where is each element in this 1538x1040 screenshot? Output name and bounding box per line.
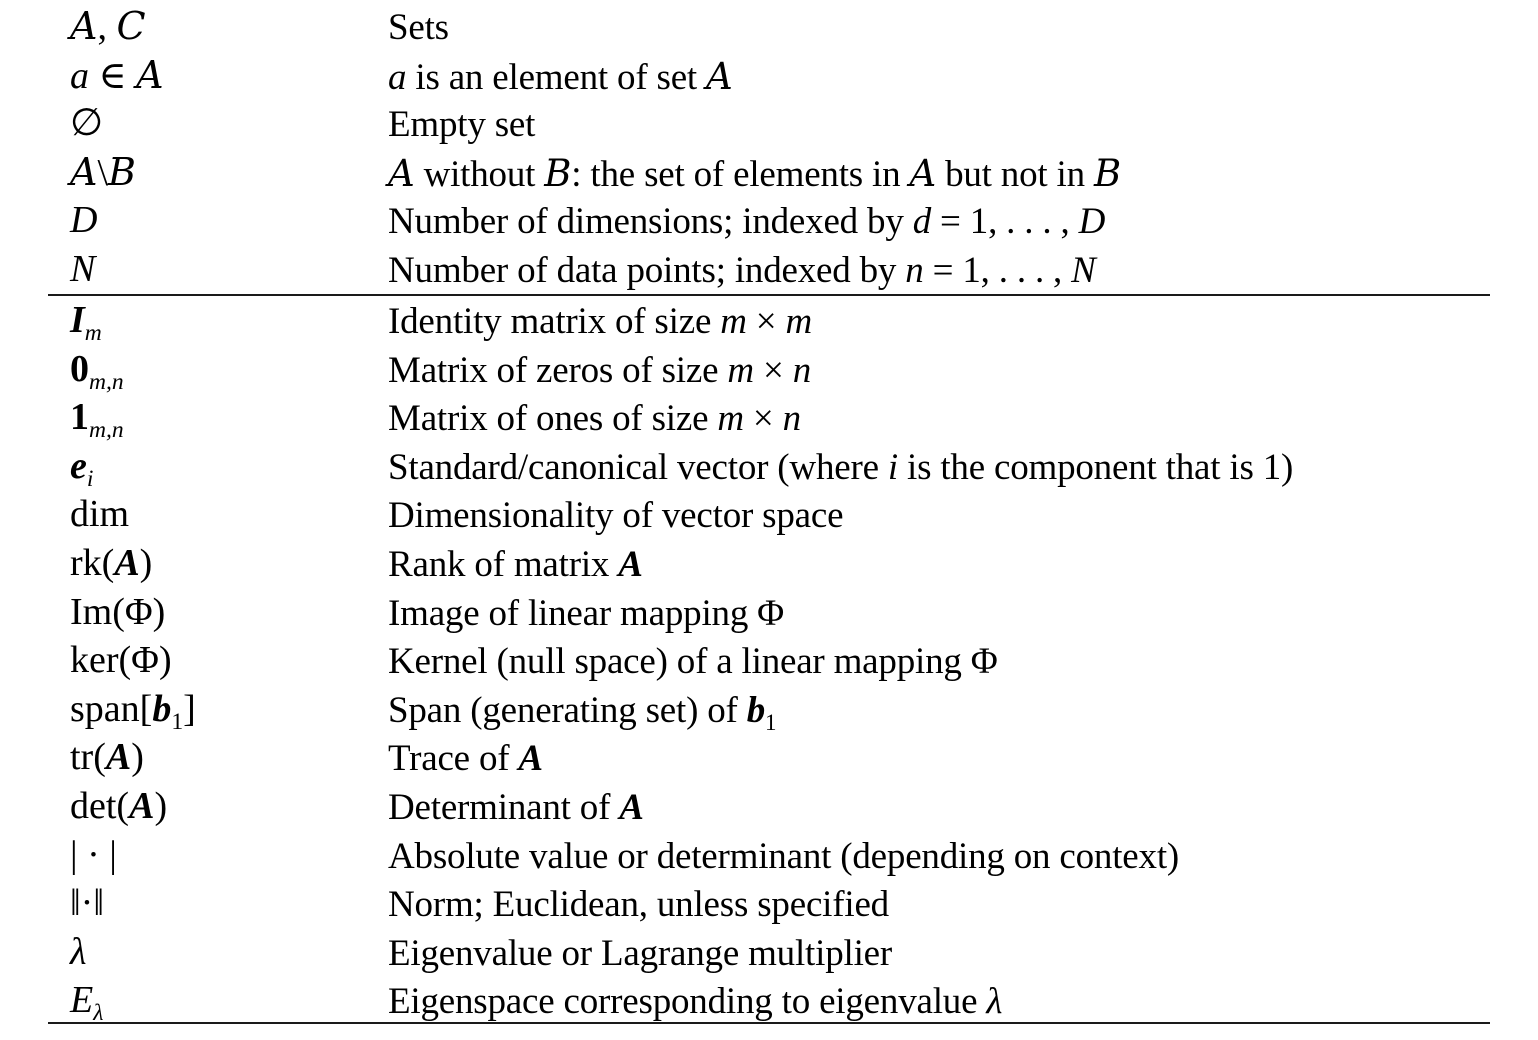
notation-symbol: A\B bbox=[70, 149, 136, 194]
notation-symbol: rk(A) bbox=[70, 541, 153, 584]
notation-description: Kernel (null space) of a linear mapping … bbox=[388, 641, 998, 683]
notation-description: A without B: the set of elements in A bu… bbox=[388, 151, 1121, 195]
notation-description: Number of data points; indexed by n = 1,… bbox=[388, 249, 1096, 291]
notation-description: Image of linear mapping Φ bbox=[388, 592, 785, 634]
notation-symbol: ei bbox=[70, 444, 94, 493]
notation-description: Eigenspace corresponding to eigenvalue λ bbox=[388, 981, 1003, 1023]
notation-description: Rank of matrix A bbox=[388, 543, 643, 585]
notation-description: Matrix of ones of size m × n bbox=[388, 398, 801, 440]
table-bottom-rule bbox=[48, 1022, 1490, 1024]
notation-description: Empty set bbox=[388, 104, 536, 146]
notation-symbol: det(A) bbox=[70, 784, 168, 827]
notation-symbol: | · | bbox=[70, 833, 117, 876]
notation-description: Identity matrix of size m × m bbox=[388, 301, 813, 342]
notation-symbol: λ bbox=[70, 930, 87, 973]
notation-description: a is an element of set A bbox=[388, 54, 733, 98]
notation-symbol: 1m,n bbox=[70, 396, 124, 444]
notation-symbol: tr(A) bbox=[70, 736, 144, 779]
notation-description: Dimensionality of vector space bbox=[388, 495, 844, 537]
notation-symbol: Im bbox=[70, 299, 102, 347]
notation-description: Eigenvalue or Lagrange multiplier bbox=[388, 932, 893, 974]
notation-description: Number of dimensions; indexed by d = 1, … bbox=[388, 201, 1106, 243]
notation-symbol: 0m,n bbox=[70, 347, 124, 395]
notation-symbol: a ∈ A bbox=[70, 52, 164, 97]
notation-symbol: span[b1] bbox=[70, 687, 196, 735]
notation-symbol: ∅ bbox=[70, 102, 104, 145]
notation-description: Norm; Euclidean, unless specified bbox=[388, 884, 889, 926]
notation-description: Absolute value or determinant (depending… bbox=[388, 835, 1180, 877]
notation-symbol: dim bbox=[70, 493, 130, 536]
notation-description: Standard/canonical vector (where i is th… bbox=[388, 446, 1294, 488]
notation-symbol: A, C bbox=[70, 4, 146, 48]
notation-symbol: D bbox=[70, 199, 98, 242]
notation-description: Sets bbox=[388, 7, 449, 48]
section-divider-rule bbox=[48, 294, 1490, 296]
notation-symbol: ‖·‖ bbox=[70, 882, 104, 925]
notation-description: Matrix of zeros of size m × n bbox=[388, 349, 812, 391]
notation-description: Span (generating set) of b1 bbox=[388, 689, 777, 735]
notation-symbol: Im(Φ) bbox=[70, 590, 166, 633]
notation-description: Trace of A bbox=[388, 738, 543, 780]
notation-description: Determinant of A bbox=[388, 786, 644, 828]
notation-symbol: Eλ bbox=[70, 979, 104, 1027]
notation-symbol: N bbox=[70, 247, 96, 290]
notation-symbol: ker(Φ) bbox=[70, 639, 172, 682]
